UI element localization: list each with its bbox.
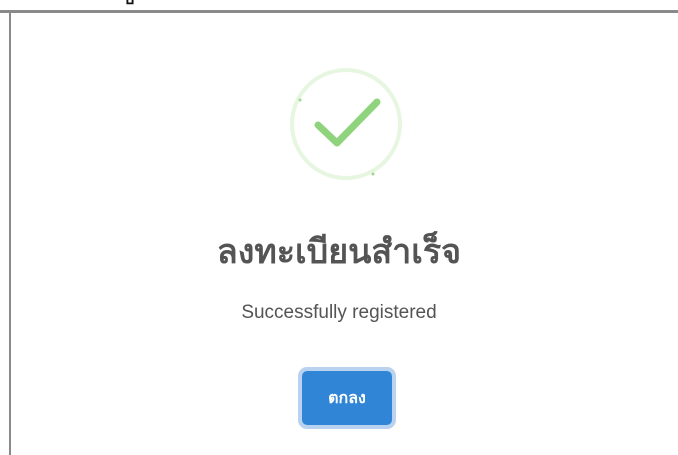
confirm-button-label: ตกลง [302, 371, 392, 425]
dialog-subtitle: Successfully registered [241, 302, 437, 323]
dialog-title: ลงทะเบียนสำเร็จ [216, 232, 462, 272]
success-check-icon [290, 68, 402, 180]
confirm-button[interactable]: ตกลง [298, 367, 396, 429]
background-text-fragment: ป [124, 0, 134, 7]
